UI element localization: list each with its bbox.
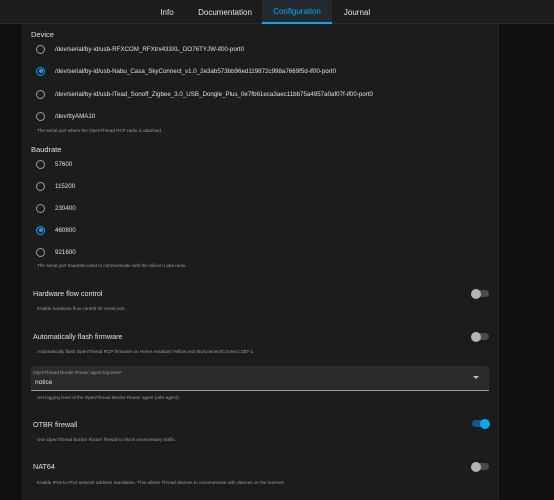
baudrate-option[interactable]: 57600 <box>36 157 72 171</box>
radio-button[interactable] <box>36 247 45 257</box>
radio-button[interactable] <box>36 203 45 213</box>
device-section-title: Device <box>31 30 54 39</box>
baudrate-option-label: 230400 <box>55 204 76 212</box>
toggle-knob <box>480 418 490 429</box>
nat64-toggle[interactable] <box>471 461 489 472</box>
device-helper-text: The serial port where the OpenThread RCP… <box>37 128 163 133</box>
baudrate-option-label: 115200 <box>55 182 76 190</box>
radio-button[interactable] <box>36 89 45 99</box>
radio-button[interactable] <box>36 111 45 121</box>
hardware-flow-control-helper: Enable hardware flow control for serial … <box>37 306 126 311</box>
baudrate-helper-text: The serial port baudrate used to communi… <box>37 263 187 268</box>
radio-button[interactable] <box>36 225 45 235</box>
baudrate-option-label: 921600 <box>55 248 76 256</box>
auto-flash-helper: Automatically flash OpenThread RCP firmw… <box>37 349 255 354</box>
device-option[interactable]: /dev/ttyAMA10 <box>36 109 95 123</box>
hardware-flow-control-toggle[interactable] <box>471 288 489 299</box>
nat64-title: NAT64 <box>33 462 55 471</box>
dropdown-arrow-icon[interactable] <box>473 376 479 379</box>
baudrate-option-label: 460800 <box>55 226 76 234</box>
otbr-firewall-toggle[interactable] <box>472 418 490 429</box>
device-option-label: /dev/ttyAMA10 <box>55 112 96 120</box>
nat64-helper: Enable IPv6 to IPv4 network address tran… <box>37 480 285 485</box>
device-option[interactable]: /dev/serial/by-id/usb-RFXCOM_RFXtrx433XL… <box>36 42 244 56</box>
toggle-knob <box>471 331 481 342</box>
baudrate-section-title: Baudrate <box>31 145 62 154</box>
device-option-label: /dev/serial/by-id/usb-Nabu_Casa_SkyConne… <box>55 67 336 75</box>
radio-button[interactable] <box>36 181 45 191</box>
log-level-helper: Set logging level of the OpenThread Bord… <box>37 395 181 400</box>
device-option-label: /dev/serial/by-id/usb-ITead_Sonoff_Zigbe… <box>55 90 373 98</box>
device-option[interactable]: /dev/serial/by-id/usb-ITead_Sonoff_Zigbe… <box>36 87 373 101</box>
tab-configuration[interactable]: Configuration <box>262 0 332 24</box>
tab-documentation[interactable]: Documentation <box>188 0 262 24</box>
hardware-flow-control-title: Hardware flow control <box>33 289 103 298</box>
radio-button[interactable] <box>36 44 45 54</box>
baudrate-option[interactable]: 230400 <box>36 201 76 215</box>
auto-flash-toggle[interactable] <box>471 331 489 342</box>
baudrate-option[interactable]: 460800 <box>36 223 76 237</box>
device-option[interactable]: /dev/serial/by-id/usb-Nabu_Casa_SkyConne… <box>36 64 336 78</box>
device-option-label: /dev/serial/by-id/usb-RFXCOM_RFXtrx433XL… <box>55 45 245 53</box>
otbr-firewall-helper: Use OpenThread Border Router firewall to… <box>37 437 177 442</box>
tab-journal[interactable]: Journal <box>325 0 389 24</box>
otbr-firewall-title: OTBR firewall <box>33 420 78 429</box>
radio-button[interactable] <box>36 66 45 76</box>
toggle-knob <box>471 461 481 472</box>
auto-flash-title: Automatically flash firmware <box>33 332 123 341</box>
baudrate-option[interactable]: 115200 <box>36 179 75 193</box>
baudrate-option-label: 57600 <box>55 160 73 168</box>
log-level-value[interactable]: notice <box>35 379 52 386</box>
toggle-knob <box>471 288 481 299</box>
tab-bar: Info Documentation Configuration Journal <box>0 0 554 24</box>
log-level-label: OpenThread Border Router agent log level… <box>33 370 122 375</box>
radio-button[interactable] <box>36 159 45 169</box>
baudrate-option[interactable]: 921600 <box>36 245 76 259</box>
